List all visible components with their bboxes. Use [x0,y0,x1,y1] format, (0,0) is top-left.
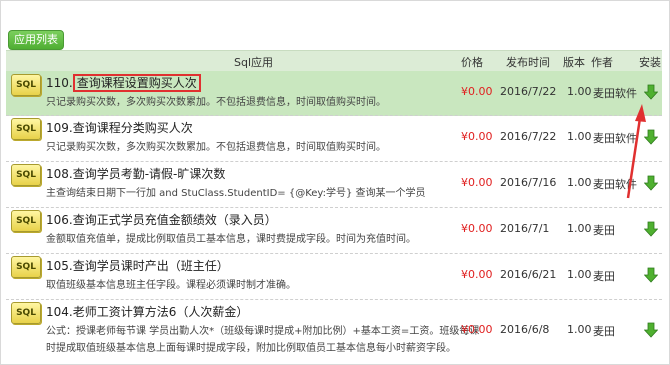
column-date: 发布时间 [506,56,550,69]
row-author: 麦田软件 [593,132,637,145]
table-row[interactable]: SQL 105.查询学员课时产出（班主任） 取值班级基本信息班主任字段。课程必须… [6,253,662,300]
column-app: Sql应用 [234,56,274,69]
row-title[interactable]: 108.查询学员考勤-请假-旷课次数 [46,165,225,182]
sql-icon: SQL [11,164,41,186]
install-arrow-icon[interactable] [644,267,658,283]
sql-icon: SQL [11,74,41,96]
row-price: ¥0.00 [461,323,493,336]
sql-icon: SQL [11,256,41,278]
row-author: 麦田 [593,270,615,283]
row-version: 1.00 [567,130,592,143]
table-row[interactable]: SQL 106.查询正式学员充值金额绩效（录入员） 金额取值充值单，提成比例取值… [6,207,662,254]
install-arrow-icon[interactable] [644,84,658,100]
row-number: 110. [46,76,73,90]
app-list-button[interactable]: 应用列表 [8,30,64,50]
row-title[interactable]: 104.老师工资计算方法6（人次薪金） [46,303,248,320]
row-title[interactable]: 105.查询学员课时产出（班主任） [46,257,229,274]
row-price: ¥0.00 [461,268,493,281]
row-title[interactable]: 109.查询课程分类购买人次 [46,119,193,136]
column-version: 版本 [563,56,585,69]
row-price: ¥0.00 [461,176,493,189]
row-price: ¥0.00 [461,130,493,143]
row-description-line-1: 公式：授课老师每节课 学员出勤人次*（班级每课时提成+附加比例）+基本工资=工资… [46,326,480,337]
table-row[interactable]: SQL 110. 查询课程设置购买人次 只记录购买次数，多次购买次数累加。不包括退… [6,71,662,116]
row-description: 只记录购买次数，多次购买次数累加。不包括退费信息，时间取值购买时间。 [46,97,386,108]
row-date: 2016/6/8 [500,323,550,336]
table-header: Sql应用 价格 发布时间 版本 作者 安装 [6,50,662,72]
row-description: 金额取值充值单，提成比例取值员工基本信息，课时费提成字段。时间为充值时间。 [46,234,416,245]
sql-icon: SQL [11,210,41,232]
row-date: 2016/7/1 [500,222,550,235]
row-author: 麦田 [593,224,615,237]
table-row[interactable]: SQL 108.查询学员考勤-请假-旷课次数 主查询结束日期下一行加 and S… [6,161,662,208]
row-author: 麦田软件 [593,178,637,191]
row-version: 1.00 [567,268,592,281]
row-title-text[interactable]: 查询课程设置购买人次 [72,74,201,92]
row-version: 1.00 [567,85,592,98]
row-title[interactable]: 106.查询正式学员充值金额绩效（录入员） [46,211,277,228]
sql-icon: SQL [11,118,41,140]
row-description: 主查询结束日期下一行加 and StuClass.StudentID= {@Ke… [46,188,426,199]
row-author: 麦田 [593,325,615,338]
install-arrow-icon[interactable] [644,129,658,145]
sql-icon: SQL [11,302,41,324]
row-date: 2016/7/16 [500,176,557,189]
row-description: 取值班级基本信息班主任字段。课程必须课时制才准确。 [46,280,296,291]
install-arrow-icon[interactable] [644,175,658,191]
row-date: 2016/7/22 [500,85,557,98]
table-row[interactable]: SQL 109.查询课程分类购买人次 只记录购买次数，多次购买次数累加。不包括退… [6,115,662,162]
column-price: 价格 [461,56,483,69]
column-install: 安装 [639,56,661,69]
install-arrow-icon[interactable] [644,322,658,338]
row-price: ¥0.00 [461,222,493,235]
row-price: ¥0.00 [461,85,493,98]
row-description-line-2: 时提成取值班级基本信息上面每课时提成字段，附加比例取值员工基本信息每小时薪资字段… [46,343,456,354]
row-title[interactable]: 110. 查询课程设置购买人次 [46,74,201,92]
row-version: 1.00 [567,176,592,189]
row-description: 只记录购买次数，多次购买次数累加。不包括退费信息，时间取值购买时间。 [46,142,386,153]
row-date: 2016/6/21 [500,268,557,281]
column-author: 作者 [591,56,613,69]
install-arrow-icon[interactable] [644,221,658,237]
table-row[interactable]: SQL 104.老师工资计算方法6（人次薪金） 公式：授课老师每节课 学员出勤人… [6,299,662,363]
row-date: 2016/7/22 [500,130,557,143]
row-version: 1.00 [567,222,592,235]
row-author: 麦田软件 [593,87,637,100]
row-version: 1.00 [567,323,592,336]
